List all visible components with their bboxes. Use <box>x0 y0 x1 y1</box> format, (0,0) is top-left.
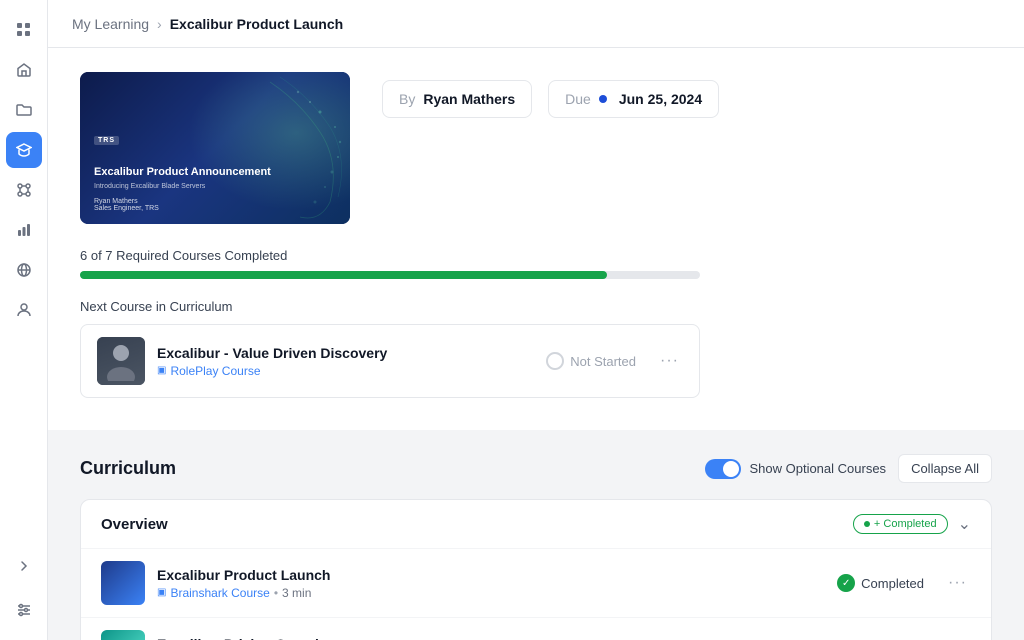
next-course-section: Next Course in Curriculum Excalibur - Va… <box>80 299 992 398</box>
curriculum-header: Curriculum Show Optional Courses Collaps… <box>80 454 992 483</box>
course-item-title: Excalibur Pricing Overview <box>157 636 825 640</box>
course-item-info: Excalibur Pricing Overview ▣ Brainshark … <box>157 636 825 640</box>
thumbnail-author-role: Sales Engineer, TRS <box>94 205 336 212</box>
course-type-icon: ▣ <box>157 587 166 598</box>
content-area: TRS Excalibur Product Announcement Intro… <box>48 48 1024 640</box>
overview-controls: + Completed ⌄ <box>853 514 971 534</box>
course-item[interactable]: Excalibur Pricing Overview ▣ Brainshark … <box>81 618 991 640</box>
progress-bar-fill <box>80 271 607 279</box>
completed-badge: + Completed <box>853 514 948 534</box>
sidebar <box>0 0 48 640</box>
roleplay-icon: ▣ <box>157 365 166 376</box>
due-dot-icon <box>599 95 607 103</box>
next-course-more-menu[interactable]: ··· <box>656 348 683 374</box>
author-pill: By Ryan Mathers <box>382 80 532 118</box>
next-course-label: Next Course in Curriculum <box>80 299 992 314</box>
breadcrumb-separator: › <box>157 16 162 32</box>
thumbnail-logo-box: TRS <box>94 136 119 145</box>
next-course-type: ▣ RolePlay Course <box>157 364 534 378</box>
curriculum-title: Curriculum <box>80 458 176 479</box>
completed-badge-text: + Completed <box>874 518 937 530</box>
sidebar-item-expand[interactable] <box>6 548 42 584</box>
course-duration: 3 min <box>282 586 311 600</box>
breadcrumb-current: Excalibur Product Launch <box>170 16 343 32</box>
curriculum-controls: Show Optional Courses Collapse All <box>705 454 992 483</box>
course-thumbnail[interactable]: TRS Excalibur Product Announcement Intro… <box>80 72 350 224</box>
progress-bar-background <box>80 271 700 279</box>
main-wrapper: My Learning › Excalibur Product Launch <box>48 0 1024 640</box>
next-course-status: Not Started <box>546 352 644 370</box>
show-optional-toggle[interactable]: Show Optional Courses <box>705 459 886 479</box>
thumbnail-author-name: Ryan Mathers <box>94 198 336 205</box>
sidebar-item-home[interactable] <box>6 52 42 88</box>
due-date-value: Jun 25, 2024 <box>619 91 702 107</box>
curriculum-section: Curriculum Show Optional Courses Collaps… <box>48 430 1024 640</box>
course-more-menu[interactable]: ··· <box>944 570 971 596</box>
next-course-title: Excalibur - Value Driven Discovery <box>157 345 534 361</box>
status-check-icon: ✓ <box>837 574 855 592</box>
toggle-knob <box>723 461 739 477</box>
breadcrumb-parent[interactable]: My Learning <box>72 16 149 32</box>
completed-dot <box>864 521 870 527</box>
status-circle-icon <box>546 352 564 370</box>
next-course-type-label: RolePlay Course <box>170 364 260 378</box>
sidebar-item-settings[interactable] <box>6 592 42 628</box>
overview-card: Overview + Completed ⌄ Ex <box>80 499 992 640</box>
course-item-status: ✓ Completed <box>837 574 932 592</box>
author-value: Ryan Mathers <box>423 91 515 107</box>
course-status-text: Completed <box>861 576 924 591</box>
overview-title: Overview <box>101 516 168 533</box>
status-text: Not Started <box>570 354 636 369</box>
sidebar-item-user[interactable] <box>6 292 42 328</box>
course-item-meta: ▣ Brainshark Course • 3 min <box>157 586 825 600</box>
progress-section: 6 of 7 Required Courses Completed <box>80 248 992 279</box>
collapse-all-button[interactable]: Collapse All <box>898 454 992 483</box>
by-label: By <box>399 91 415 107</box>
thumbnail-logo: TRS <box>94 136 336 145</box>
next-course-info: Excalibur - Value Driven Discovery ▣ Rol… <box>157 345 534 378</box>
course-meta: By Ryan Mathers Due Jun 25, 2024 <box>382 72 719 118</box>
course-item-thumbnail <box>101 630 145 640</box>
course-header: TRS Excalibur Product Announcement Intro… <box>80 72 992 224</box>
next-course-thumbnail <box>97 337 145 385</box>
toggle-switch[interactable] <box>705 459 741 479</box>
sidebar-item-grid[interactable] <box>6 12 42 48</box>
top-section: TRS Excalibur Product Announcement Intro… <box>48 48 1024 430</box>
show-optional-label: Show Optional Courses <box>749 461 886 476</box>
next-course-card[interactable]: Excalibur - Value Driven Discovery ▣ Rol… <box>80 324 700 398</box>
due-pill: Due Jun 25, 2024 <box>548 80 719 118</box>
overview-header: Overview + Completed ⌄ <box>81 500 991 549</box>
course-item[interactable]: Excalibur Product Launch ▣ Brainshark Co… <box>81 549 991 618</box>
course-item-info: Excalibur Product Launch ▣ Brainshark Co… <box>157 567 825 600</box>
sidebar-item-globe[interactable] <box>6 252 42 288</box>
collapse-chevron[interactable]: ⌄ <box>958 514 971 534</box>
course-item-thumbnail <box>101 561 145 605</box>
due-label: Due <box>565 91 591 107</box>
progress-label: 6 of 7 Required Courses Completed <box>80 248 992 263</box>
thumbnail-subtitle: Introducing Excalibur Blade Servers <box>94 183 336 190</box>
sidebar-item-learning[interactable] <box>6 132 42 168</box>
header: My Learning › Excalibur Product Launch <box>48 0 1024 48</box>
sidebar-item-integrations[interactable] <box>6 172 42 208</box>
sidebar-item-folder[interactable] <box>6 92 42 128</box>
course-type-text: Brainshark Course <box>170 586 269 600</box>
course-item-title: Excalibur Product Launch <box>157 567 825 583</box>
sidebar-item-analytics[interactable] <box>6 212 42 248</box>
dot-separator: • <box>274 586 278 600</box>
thumbnail-title: Excalibur Product Announcement <box>94 165 336 179</box>
